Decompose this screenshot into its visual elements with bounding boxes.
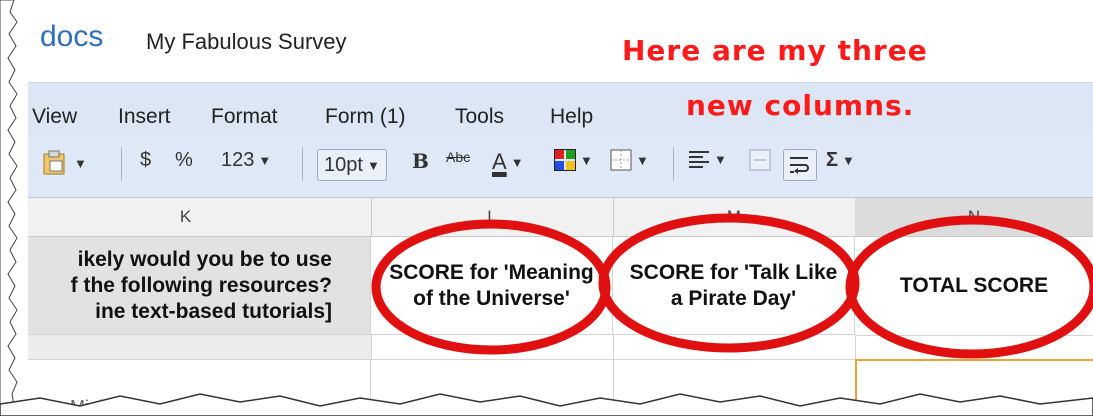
chevron-down-icon: ▼ bbox=[74, 155, 87, 171]
number-format-button[interactable]: 123 ▼ bbox=[221, 149, 271, 172]
merge-icon bbox=[749, 149, 771, 171]
toolbar-divider bbox=[302, 147, 303, 181]
menu-help[interactable]: Help bbox=[550, 105, 593, 129]
screenshot-frame: docs My Fabulous Survey View Insert Form… bbox=[0, 0, 1093, 416]
chevron-down-icon: ▼ bbox=[510, 154, 524, 170]
clipboard-icon bbox=[43, 150, 65, 175]
borders-icon bbox=[610, 149, 632, 171]
document-title[interactable]: My Fabulous Survey bbox=[146, 29, 347, 55]
align-icon bbox=[689, 151, 709, 168]
borders-button[interactable]: ▼ bbox=[610, 149, 649, 171]
chevron-down-icon: ▼ bbox=[580, 152, 593, 168]
toolbar-divider bbox=[673, 147, 674, 181]
app-header: docs My Fabulous Survey bbox=[0, 0, 1093, 82]
menu-view[interactable]: View bbox=[32, 105, 77, 129]
percent-button[interactable]: % bbox=[175, 149, 193, 172]
chevron-down-icon: ▼ bbox=[714, 151, 727, 167]
fill-color-button[interactable]: ▼ bbox=[554, 149, 593, 171]
annotation-line-2: new columns. bbox=[686, 89, 915, 122]
cell-k-line: ikely would you be to use bbox=[77, 247, 332, 271]
chevron-down-icon: ▼ bbox=[366, 157, 380, 173]
toolbar: ▼ $ % 123 ▼ 10pt ▼ B Abc A ▼ ▼ ▼ ▼ Σ ▼ bbox=[0, 135, 1093, 198]
chevron-down-icon: ▼ bbox=[258, 153, 272, 168]
sigma-icon: Σ bbox=[826, 149, 839, 171]
cell-k-header[interactable]: ikely would you be to use f the followin… bbox=[0, 237, 371, 335]
fill-color-icon bbox=[554, 149, 576, 171]
cell-n[interactable] bbox=[855, 335, 1093, 360]
bold-icon: B bbox=[412, 149, 429, 173]
chevron-down-icon: ▼ bbox=[636, 152, 649, 168]
text-color-icon: A bbox=[492, 149, 507, 174]
text-color-button[interactable]: A ▼ bbox=[492, 149, 524, 175]
table-row bbox=[0, 335, 1093, 360]
annotation-line-1: Here are my three bbox=[622, 34, 928, 67]
number-format-label: 123 bbox=[221, 149, 255, 171]
cell-l[interactable] bbox=[371, 335, 614, 360]
menu-format[interactable]: Format bbox=[211, 105, 278, 129]
font-size-label: 10pt bbox=[324, 153, 363, 176]
column-header-l[interactable]: L bbox=[371, 198, 614, 236]
table-row: ikely would you be to use f the followin… bbox=[0, 237, 1093, 336]
cell-k-line: ine text-based tutorials] bbox=[95, 299, 332, 323]
menu-tools[interactable]: Tools bbox=[455, 105, 504, 129]
menu-insert[interactable]: Insert bbox=[118, 105, 171, 129]
strikethrough-button[interactable]: Abc bbox=[446, 149, 470, 165]
column-header-m[interactable]: M bbox=[613, 198, 856, 236]
torn-edge-bottom bbox=[0, 393, 1093, 416]
wrap-text-button[interactable] bbox=[783, 149, 817, 181]
bold-button[interactable]: B bbox=[412, 149, 429, 173]
cell-k[interactable] bbox=[0, 335, 372, 360]
cell-m-header[interactable]: SCORE for 'Talk Like a Pirate Day' bbox=[613, 237, 855, 335]
font-size-select[interactable]: 10pt ▼ bbox=[317, 149, 387, 181]
column-header-n[interactable]: N bbox=[855, 198, 1093, 236]
cell-m[interactable] bbox=[613, 335, 856, 360]
merge-button[interactable] bbox=[749, 149, 771, 171]
chevron-down-icon: ▼ bbox=[842, 153, 855, 168]
column-header-k[interactable]: K bbox=[0, 198, 372, 236]
column-header-row: K L M N bbox=[0, 198, 1093, 237]
currency-button[interactable]: $ bbox=[140, 149, 151, 172]
strikethrough-icon: Abc bbox=[446, 149, 471, 165]
docs-logo[interactable]: docs bbox=[40, 20, 103, 54]
cell-l-header[interactable]: SCORE for 'Meaning of the Universe' bbox=[371, 237, 613, 335]
cell-k-line: f the following resources? bbox=[70, 273, 332, 297]
cell-n-header[interactable]: TOTAL SCORE bbox=[855, 237, 1093, 336]
align-button[interactable]: ▼ bbox=[688, 149, 727, 169]
wrap-icon bbox=[790, 157, 809, 174]
menu-form[interactable]: Form (1) bbox=[325, 105, 406, 129]
paste-button[interactable]: ▼ bbox=[40, 149, 87, 177]
sum-button[interactable]: Σ ▼ bbox=[826, 149, 855, 172]
toolbar-divider bbox=[121, 147, 122, 181]
torn-edge-left bbox=[0, 0, 28, 416]
